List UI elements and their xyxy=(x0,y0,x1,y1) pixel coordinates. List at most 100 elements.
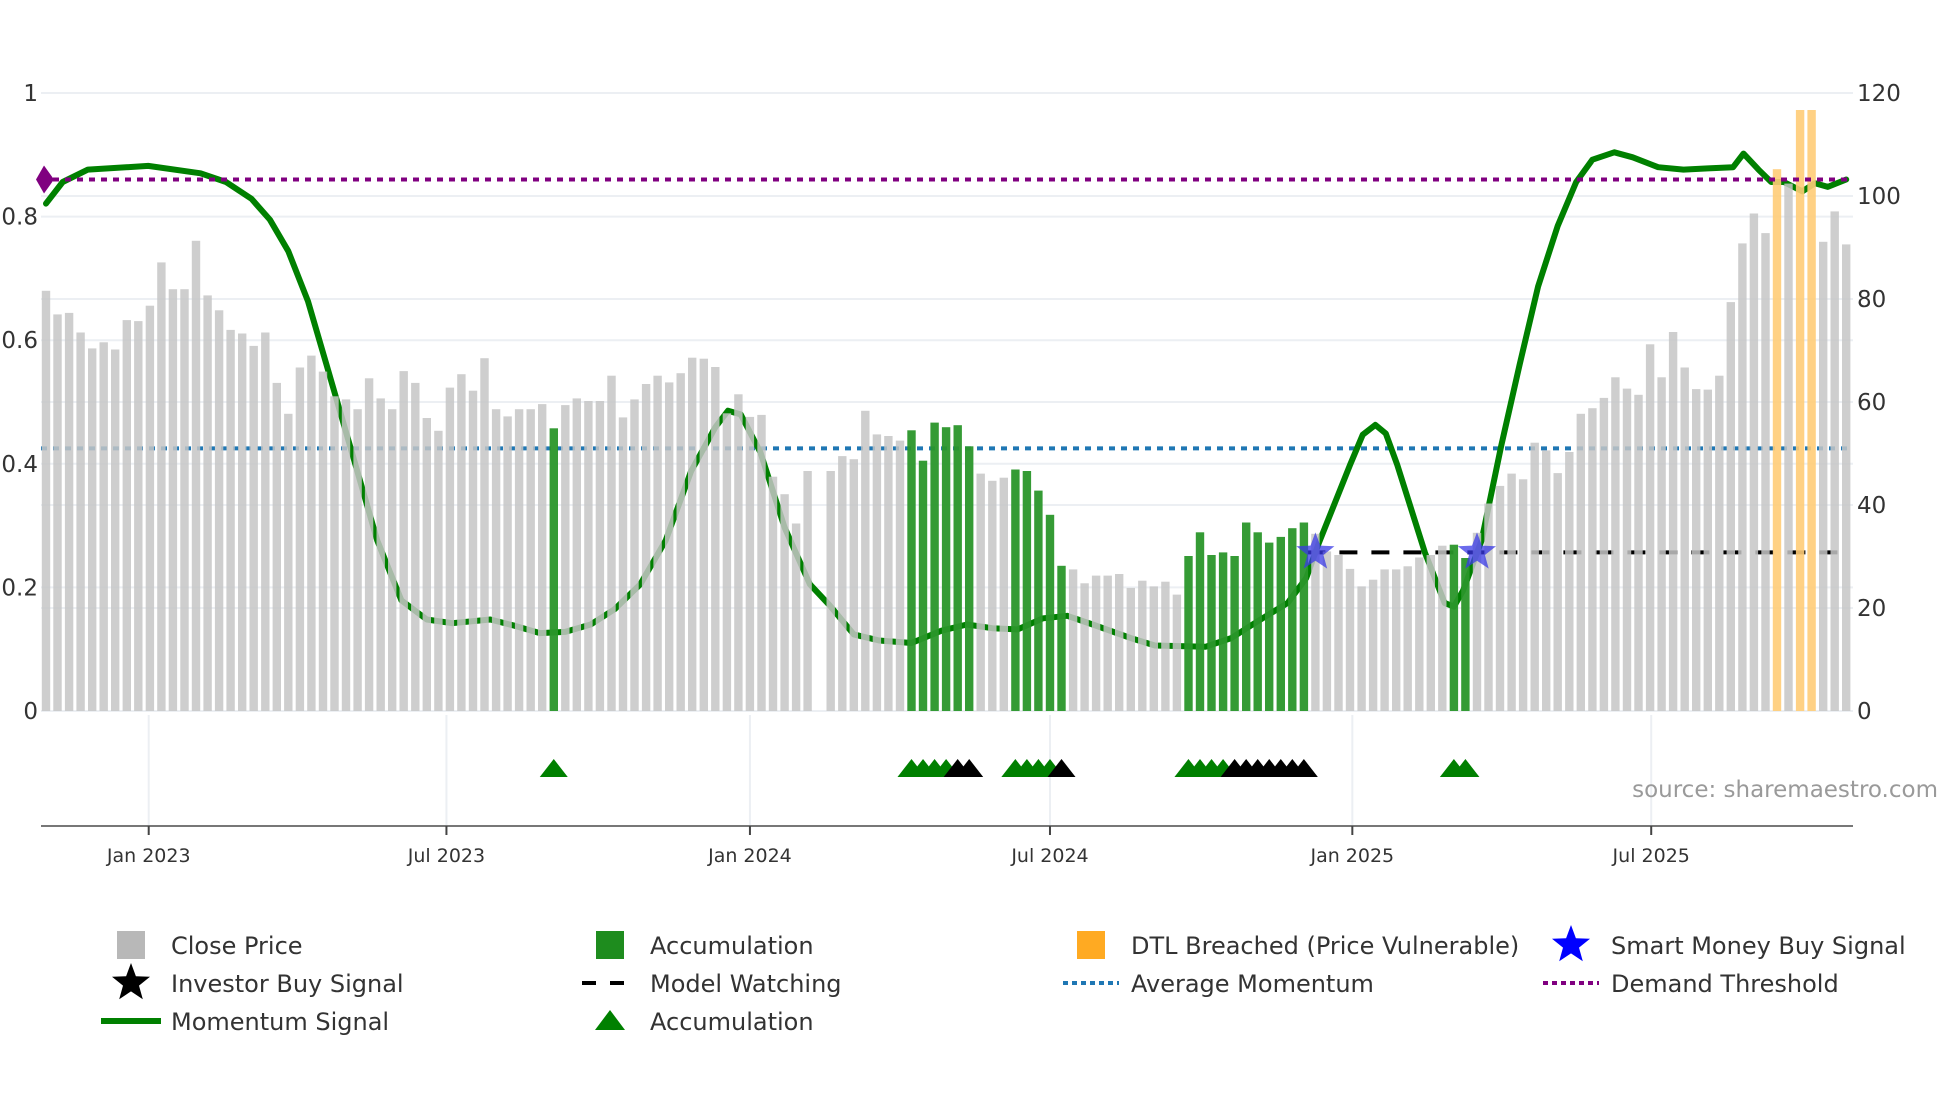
close-price-bar xyxy=(1403,566,1412,711)
accumulation-bar xyxy=(1253,532,1262,711)
close-price-bar xyxy=(1518,479,1528,712)
close-price-bar xyxy=(76,332,85,711)
close-price-bar xyxy=(353,409,362,711)
close-price-bar xyxy=(1611,377,1620,711)
close-price-bar xyxy=(884,436,893,711)
dtl-breached-bar xyxy=(1772,169,1782,711)
close-price-bar xyxy=(1726,302,1735,711)
close-price-bar xyxy=(1622,388,1632,711)
close-price-bar xyxy=(53,314,62,711)
close-price-bar xyxy=(145,305,155,711)
legend-label: Demand Threshold xyxy=(1611,970,1839,998)
close-price-bar xyxy=(180,289,189,711)
close-price-bar xyxy=(1599,397,1609,711)
close-price-bar xyxy=(272,382,281,711)
close-price-bar xyxy=(318,371,328,711)
close-price-bar xyxy=(1357,586,1366,711)
close-price-bar xyxy=(1680,367,1689,711)
accumulation-bar xyxy=(1022,471,1032,711)
close-price-bar xyxy=(618,417,628,711)
legend-star-icon xyxy=(1552,925,1590,962)
left-tick-label: 0.8 xyxy=(1,205,38,231)
right-tick-label: 20 xyxy=(1857,596,1886,622)
close-price-bar xyxy=(757,414,766,711)
close-price-bar xyxy=(214,310,224,711)
close-price-bar xyxy=(584,401,593,711)
accumulation-bar xyxy=(1288,528,1297,711)
price-bars xyxy=(41,110,1851,712)
accumulation-bar xyxy=(1461,558,1470,711)
close-price-bar xyxy=(688,357,697,711)
close-price-bar xyxy=(745,416,755,711)
close-price-bar xyxy=(468,390,478,711)
legend-star-icon xyxy=(112,963,150,1000)
close-price-bar xyxy=(976,473,985,711)
accumulation-bar xyxy=(1230,556,1239,711)
source-note: source: sharemaestro.com xyxy=(1632,777,1938,803)
accumulation-bar xyxy=(1276,536,1285,711)
close-price-bar xyxy=(434,430,443,711)
close-price-bar xyxy=(1588,408,1597,711)
close-price-bar xyxy=(595,401,605,711)
close-price-bar xyxy=(226,329,235,711)
left-tick-label: 1 xyxy=(23,81,38,107)
close-price-bar xyxy=(1368,579,1378,711)
close-price-bar xyxy=(1715,375,1724,711)
close-price-bar xyxy=(388,409,397,711)
close-price-bar xyxy=(238,333,247,711)
legend-square-icon xyxy=(1077,931,1105,959)
close-price-bar xyxy=(41,290,51,711)
close-price-bar xyxy=(780,494,789,711)
close-price-bar xyxy=(284,413,293,711)
close-price-bar xyxy=(1576,413,1585,711)
x-tick-label: Jan 2023 xyxy=(106,845,191,867)
x-tick-label: Jul 2025 xyxy=(1612,845,1690,867)
close-price-bar xyxy=(1819,241,1828,712)
legend-item: Accumulation xyxy=(595,1008,814,1036)
close-price-bar xyxy=(203,295,212,711)
close-price-bar xyxy=(1322,551,1332,711)
right-tick-label: 60 xyxy=(1857,390,1886,416)
close-price-bar xyxy=(791,523,801,711)
close-price-bar xyxy=(999,477,1008,711)
close-price-bar xyxy=(399,371,408,711)
legend-label: Close Price xyxy=(171,932,303,960)
close-price-bar xyxy=(861,410,870,711)
left-tick-label: 0.2 xyxy=(1,575,38,601)
close-price-bar xyxy=(803,471,812,711)
close-price-bar xyxy=(1495,485,1505,711)
close-price-bar xyxy=(1380,569,1389,711)
close-price-bar xyxy=(1530,442,1539,711)
close-price-bar xyxy=(364,378,374,711)
left-tick-label: 0.6 xyxy=(1,328,38,354)
close-price-bar xyxy=(480,358,489,711)
right-tick-label: 120 xyxy=(1857,81,1901,107)
legend-item: Momentum Signal xyxy=(101,1008,389,1036)
close-price-bar xyxy=(572,398,581,711)
accumulation-bar xyxy=(930,422,939,711)
close-price-bar xyxy=(445,387,455,711)
close-price-bar xyxy=(168,289,178,711)
legend-label: Smart Money Buy Signal xyxy=(1611,932,1906,960)
accumulation-bar xyxy=(1207,555,1216,711)
close-price-bar xyxy=(330,396,339,711)
close-price-bar xyxy=(134,321,143,711)
close-price-bar xyxy=(1692,389,1701,711)
close-price-bar xyxy=(122,320,131,711)
legend-item: Demand Threshold xyxy=(1543,970,1839,998)
accumulation-bar xyxy=(1184,556,1193,711)
close-price-bar xyxy=(1392,569,1401,711)
accumulation-bar xyxy=(1057,565,1066,711)
accumulation-bar xyxy=(1242,522,1251,711)
legend: Close Price Accumulation DTL Breached (Pri… xyxy=(101,925,1906,1036)
close-price-bar xyxy=(376,398,385,711)
close-price-bar xyxy=(1507,473,1516,711)
close-price-bar xyxy=(1426,555,1435,711)
close-price-bar xyxy=(261,332,270,711)
close-price-bar xyxy=(538,404,547,711)
accumulation-bar xyxy=(918,460,928,711)
close-price-bar xyxy=(826,471,835,711)
accumulation-bar xyxy=(1034,490,1043,711)
accumulation-triangle xyxy=(539,759,568,777)
accumulation-bar xyxy=(549,428,558,711)
